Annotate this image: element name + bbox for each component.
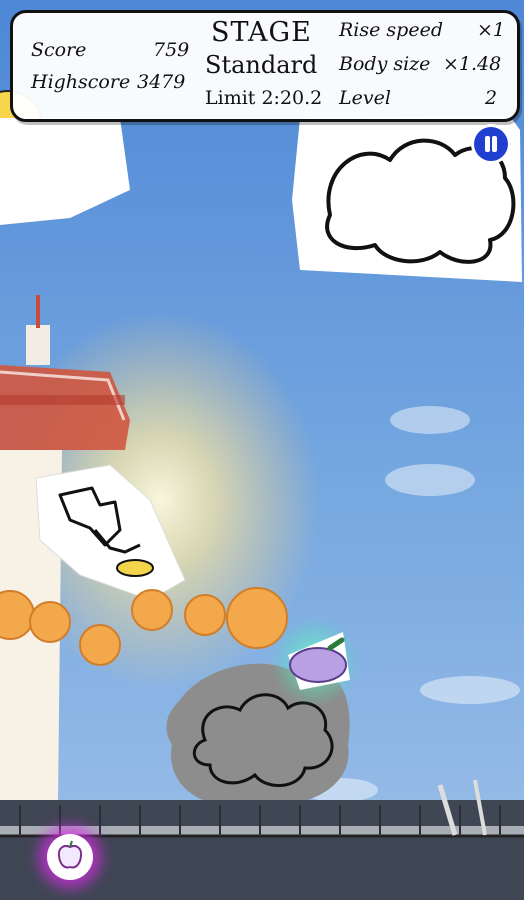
score-value: 759 [153,39,190,61]
stage-mode: Standard [205,51,318,79]
pause-button[interactable] [474,127,508,161]
score-label: Score [31,39,87,61]
stage-label: STAGE [211,17,312,48]
hud-panel: Score 759 Highscore 3479 STAGE Standard … [10,10,520,122]
highscore-value: 3479 [137,71,186,93]
level-value: 2 [485,87,498,109]
level-label: Level [339,87,391,109]
apple-icon [57,840,83,869]
rise-speed-label: Rise speed [339,19,443,41]
time-limit: Limit 2:20.2 [205,87,323,109]
body-size-value: ×1.48 [443,53,502,75]
game-scene [0,0,524,900]
powerup-button[interactable] [47,834,93,880]
highscore-label: Highscore [31,71,131,93]
rise-speed-value: ×1 [477,19,506,41]
eggplant-item [270,617,360,707]
body-size-label: Body size [339,53,431,75]
